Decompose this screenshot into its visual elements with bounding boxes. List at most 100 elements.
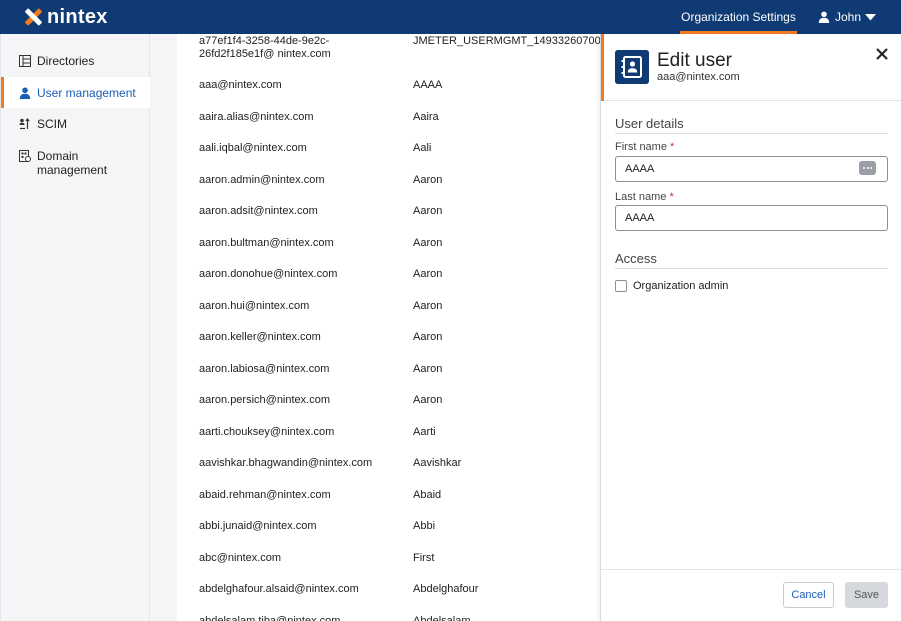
user-email: abc@nintex.com [199,551,282,564]
user-first-name: Aaron [413,205,443,217]
table-row[interactable]: aaron.admin@nintex.com Aaron [177,174,600,194]
user-first-name: Aaron [413,362,443,375]
tab-organization-settings[interactable]: Organization Settings [680,0,797,34]
user-first-name: Aaron [413,331,443,343]
section-divider [615,133,888,134]
user-first-name: Aali [413,142,432,154]
user-name: John [835,10,862,24]
close-icon[interactable] [874,46,890,62]
user-email: aavishkar.bhagwandin@nintex.com [199,457,373,469]
table-row[interactable]: abdelsalam.tiba@nintex.com Abdelsalam [177,615,600,621]
user-email: abbi.junaid@nintex.com [199,520,317,532]
user-email: a77ef1f4-3258-44de-9e2c-26fd2f185e1f@ ni… [199,35,331,60]
scim-icon [19,118,30,130]
sidebar-item-label: Directories [37,54,95,68]
sidebar-item-domain-management[interactable]: Domain management [1,149,150,181]
table-row[interactable]: abbi.junaid@nintex.com Abbi [177,520,600,540]
table-row[interactable]: aaron.hui@nintex.com Aaron [177,300,600,320]
panel-footer: Cancel Save [601,569,901,621]
user-email: aaron.bultman@nintex.com [199,236,334,249]
first-name-input[interactable] [615,156,888,182]
domain-icon [19,150,31,162]
nintex-logo[interactable]: nintex [24,7,108,27]
edit-user-panel: Edit user aaa@nintex.com User details Fi… [600,34,901,621]
table-row[interactable]: aavishkar.bhagwandin@nintex.com Aavishkar [177,457,600,477]
save-button[interactable]: Save [845,582,888,608]
sidebar: Directories User management SCIM Domain … [0,34,150,621]
last-name-label: Last name * [615,191,674,203]
table-row[interactable]: aaira.alias@nintex.com Aaira [177,111,600,131]
top-bar: nintex Organization Settings John [0,0,901,34]
user-email: aaron.donohue@nintex.com [199,268,338,280]
table-row[interactable]: abaid.rehman@nintex.com Abaid [177,489,600,509]
user-email: aaron.keller@nintex.com [199,331,321,343]
user-first-name: AAAA [413,79,443,91]
user-first-name: Aaron [413,268,443,280]
user-icon [19,87,31,99]
sidebar-item-label: Domain management [37,149,108,177]
directory-icon [19,55,31,67]
table-row[interactable]: aaron.labiosa@nintex.com Aaron [177,363,600,383]
table-row[interactable]: aaron.adsit@nintex.com Aaron [177,205,600,225]
user-details-heading: User details [615,116,684,131]
user-email: aaron.adsit@nintex.com [199,205,318,217]
user-email: aarti.chouksey@nintex.com [199,425,335,438]
content-gutter [151,34,177,621]
user-first-name: Aavishkar [413,457,462,469]
last-name-input[interactable] [615,205,888,231]
sidebar-item-directories[interactable]: Directories [1,54,150,70]
panel-title: Edit user [657,50,732,71]
sidebar-item-scim[interactable]: SCIM [1,117,150,133]
organization-admin-label[interactable]: Organization admin [633,280,728,292]
table-row[interactable]: aarti.chouksey@nintex.com Aarti [177,426,600,446]
cancel-button[interactable]: Cancel [783,582,834,608]
sidebar-item-label: SCIM [37,117,67,131]
user-first-name: Abdelsalam [413,614,471,621]
user-first-name: Abdelghafour [413,583,479,595]
user-first-name: Aaron [413,394,443,406]
user-email: aaira.alias@nintex.com [199,110,314,123]
nintex-x-icon [24,8,43,26]
user-first-name: Aaron [413,299,443,312]
user-first-name: Aarti [413,425,436,438]
contact-card-icon [615,50,649,84]
user-menu[interactable]: John [818,0,877,34]
user-first-name: Abbi [413,520,436,532]
sidebar-item-label: User management [37,85,136,100]
brand-name: nintex [47,6,108,28]
user-first-name: Abaid [413,488,442,501]
table-row[interactable]: aali.iqbal@nintex.com Aali [177,142,600,162]
password-manager-icon[interactable] [859,161,876,175]
organization-admin-checkbox[interactable] [615,280,627,292]
panel-subtitle: aaa@nintex.com [657,71,740,83]
table-row[interactable]: aaron.keller@nintex.com Aaron [177,331,600,351]
table-row[interactable]: abc@nintex.com First [177,552,600,572]
user-icon [818,11,830,23]
table-row[interactable]: abdelghafour.alsaid@nintex.com Abdelghafo… [177,583,600,603]
table-row[interactable]: aaron.bultman@nintex.com Aaron [177,237,600,257]
user-first-name: Aaira [413,110,439,123]
table-row[interactable]: aaron.donohue@nintex.com Aaron [177,268,600,288]
user-email: abdelsalam.tiba@nintex.com [199,614,341,621]
first-name-label: First name * [615,141,675,153]
user-email: aaron.admin@nintex.com [199,173,325,186]
table-row[interactable]: aaa@nintex.com AAAA [177,79,600,99]
chevron-down-icon [865,13,877,20]
user-first-name: Aaron [413,173,443,186]
sidebar-item-user-management[interactable]: User management [1,77,150,108]
table-row[interactable]: aaron.persich@nintex.com Aaron [177,394,600,414]
user-email: aaron.persich@nintex.com [199,394,331,406]
section-divider [615,268,888,269]
user-email: aaron.labiosa@nintex.com [199,362,330,375]
user-email: abdelghafour.alsaid@nintex.com [199,583,359,595]
user-email: aaa@nintex.com [199,79,282,91]
user-list[interactable]: a77ef1f4-3258-44de-9e2c-26fd2f185e1f@ ni… [177,34,600,621]
access-heading: Access [615,251,657,266]
user-first-name: First [413,551,435,564]
user-email: abaid.rehman@nintex.com [199,488,331,501]
user-email: aali.iqbal@nintex.com [199,142,307,154]
user-first-name: Aaron [413,236,443,249]
panel-header: Edit user aaa@nintex.com [601,34,901,101]
user-email: aaron.hui@nintex.com [199,299,310,312]
table-row[interactable]: a77ef1f4-3258-44de-9e2c-26fd2f185e1f@ ni… [177,34,600,60]
